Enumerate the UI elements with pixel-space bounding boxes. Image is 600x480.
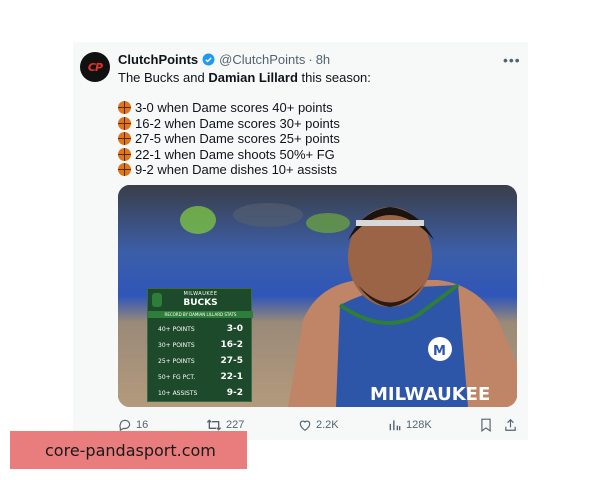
jersey-text: MILWAUKEE <box>370 384 490 405</box>
basketball-icon <box>118 101 131 115</box>
avatar[interactable]: CP <box>80 52 110 82</box>
stat-text: 22-1 when Dame shoots 50%+ FG <box>135 146 335 162</box>
row-value: 27-5 <box>220 356 243 366</box>
list-item: 22-1 when Dame shoots 50%+ FG <box>118 147 340 163</box>
share-button[interactable] <box>504 418 521 432</box>
repost-count: 227 <box>226 419 245 431</box>
more-options-icon[interactable]: ••• <box>503 52 521 68</box>
row-label: 10+ ASSISTS <box>158 389 198 397</box>
basketball-icon <box>118 116 131 130</box>
views-chart-icon <box>389 420 401 431</box>
handle[interactable]: @ClutchPoints <box>219 52 305 67</box>
post-header: ClutchPoints @ClutchPoints · 8h <box>118 52 330 67</box>
row-label: 40+ POINTS <box>158 325 195 333</box>
reply-count: 16 <box>136 419 149 431</box>
stat-text: 9-2 when Dame dishes 10+ assists <box>135 162 337 177</box>
bookmark-icon <box>481 418 491 432</box>
intro-text: The Bucks and <box>118 70 209 85</box>
table-row: 10+ ASSISTS 9-2 <box>148 385 253 401</box>
like-count: 2.2K <box>316 419 339 431</box>
table-row: 50+ FG PCT. 22-1 <box>148 369 253 385</box>
reply-icon <box>119 419 131 432</box>
list-item: 16-2 when Dame scores 30+ points <box>118 116 340 132</box>
post-intro: The Bucks and Damian Lillard this season… <box>118 70 371 85</box>
views-button[interactable]: 128K <box>388 418 432 432</box>
repost-button[interactable]: 227 <box>206 418 244 432</box>
list-item: 3-0 when Dame scores 40+ points <box>118 100 340 116</box>
repost-icon <box>206 419 222 431</box>
reply-button[interactable]: 16 <box>118 418 148 432</box>
basketball-icon <box>118 163 131 177</box>
team-name: BUCKS <box>183 298 218 308</box>
separator: · <box>308 52 313 67</box>
table-row: 40+ POINTS 3-0 <box>148 321 253 337</box>
post-image[interactable]: MILWAUKEE M MILWAUKEE BUCKS RECORD BY DA… <box>118 185 517 407</box>
display-name[interactable]: ClutchPoints <box>118 52 198 67</box>
table-row: 30+ POINTS 16-2 <box>148 337 253 353</box>
watermark-text: core-pandasport.com <box>45 440 216 460</box>
stat-list: 3-0 when Dame scores 40+ points 16-2 whe… <box>118 100 340 178</box>
watermark-banner: core-pandasport.com <box>10 431 247 469</box>
view-count: 128K <box>406 419 432 431</box>
stat-text: 27-5 when Dame scores 25+ points <box>135 131 340 146</box>
basketball-icon <box>118 132 131 146</box>
table-row: 25+ POINTS 27-5 <box>148 353 253 369</box>
share-icon <box>505 418 516 431</box>
heart-icon <box>299 420 311 431</box>
row-label: 30+ POINTS <box>158 341 195 349</box>
svg-text:M: M <box>433 344 446 359</box>
stat-text: 3-0 when Dame scores 40+ points <box>135 100 333 115</box>
intro-bold-name: Damian Lillard <box>208 70 298 85</box>
row-value: 16-2 <box>220 340 243 350</box>
like-button[interactable]: 2.2K <box>298 418 339 432</box>
graphic-subtitle: RECORD BY DAMIAN LILLARD STATS <box>148 311 253 318</box>
stat-text: 16-2 when Dame scores 30+ points <box>135 115 340 131</box>
bookmark-button[interactable] <box>480 418 496 432</box>
record-graphic: MILWAUKEE BUCKS RECORD BY DAMIAN LILLARD… <box>147 288 253 402</box>
row-label: 50+ FG PCT. <box>158 373 196 381</box>
row-value: 22-1 <box>220 372 243 382</box>
row-label: 25+ POINTS <box>158 357 195 365</box>
team-city: MILWAUKEE <box>183 291 218 297</box>
basketball-icon <box>118 147 131 161</box>
intro-text-end: this season: <box>297 70 371 85</box>
row-value: 3-0 <box>226 324 243 334</box>
verified-badge-icon <box>202 53 215 66</box>
timestamp[interactable]: 8h <box>316 52 330 67</box>
list-item: 9-2 when Dame dishes 10+ assists <box>118 162 340 178</box>
row-value: 9-2 <box>226 388 243 398</box>
list-item: 27-5 when Dame scores 25+ points <box>118 131 340 147</box>
